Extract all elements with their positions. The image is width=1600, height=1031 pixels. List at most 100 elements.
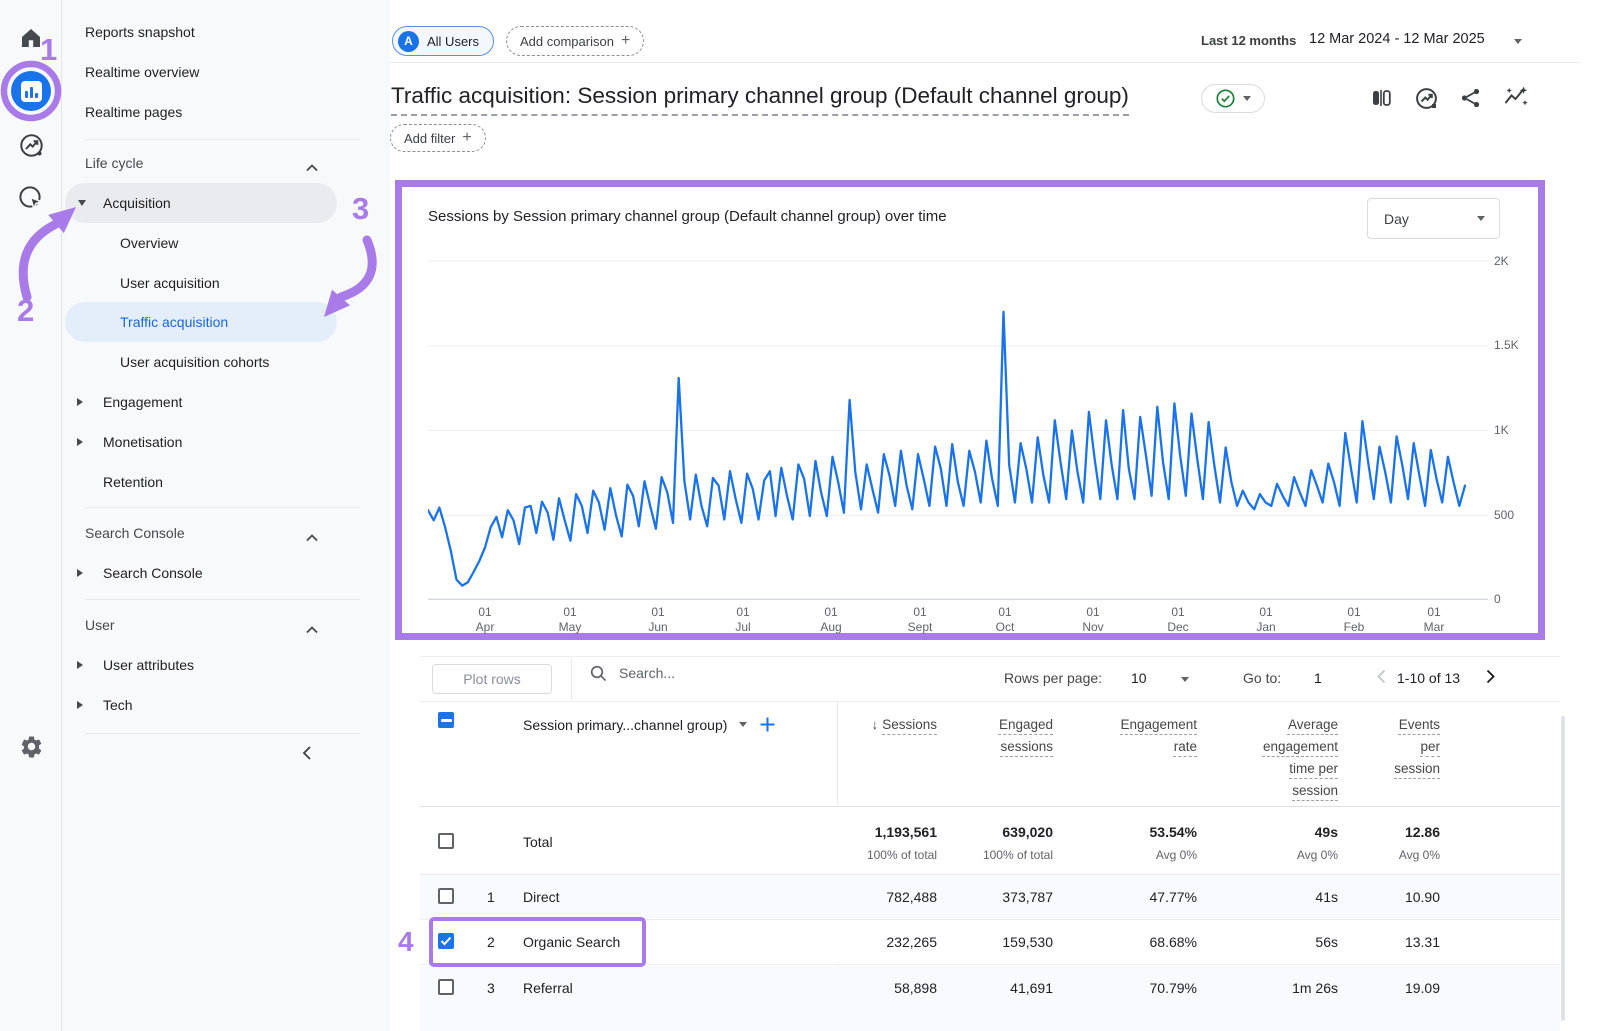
date-preset-label: Last 12 months (1201, 33, 1296, 48)
column-header-engaged-sessions[interactable]: Engaged sessions (983, 714, 1053, 758)
sidebar-item-acquisition[interactable]: Acquisition (65, 183, 337, 223)
chevron-down-icon (1243, 96, 1251, 101)
y-axis-label: 1K (1494, 423, 1509, 437)
sidebar-section-search-console[interactable]: Search Console (62, 513, 390, 553)
sessions-over-time-card: Sessions by Session primary channel grou… (395, 180, 1545, 640)
row-checkbox[interactable] (438, 979, 454, 995)
events-value: 19.09 (1300, 980, 1440, 996)
table-scrollbar[interactable] (1561, 716, 1565, 1021)
sidebar-item-retention[interactable]: Retention (62, 462, 390, 502)
add-dimension-icon[interactable] (759, 716, 776, 733)
share-icon[interactable] (1458, 85, 1484, 111)
sidebar-item-realtime-overview[interactable]: Realtime overview (62, 52, 390, 92)
goto-label: Go to: (1243, 670, 1281, 686)
next-page-icon[interactable] (1485, 669, 1496, 689)
pagination-range: 1-10 of 13 (1397, 670, 1460, 686)
sidebar-item-tech[interactable]: Tech (62, 685, 390, 725)
x-axis-tick: 01May (559, 605, 582, 635)
sidebar-item-reports-snapshot[interactable]: Reports snapshot (62, 12, 390, 52)
goto-page-input[interactable]: 1 (1314, 670, 1322, 686)
sidebar-divider (85, 139, 360, 140)
sidebar-item-overview[interactable]: Overview (62, 223, 390, 263)
total-rate-sub: Avg 0% (1057, 848, 1197, 862)
report-navigation-sidebar: Reports snapshot Realtime overview Realt… (62, 0, 390, 1031)
y-axis-label: 500 (1494, 508, 1514, 522)
triangle-down-icon (78, 200, 86, 206)
rate-value: 68.68% (1057, 934, 1197, 950)
row-checkbox[interactable] (438, 888, 454, 904)
bar-chart-icon (21, 81, 42, 102)
segment-avatar: A (398, 31, 419, 52)
select-all-checkbox[interactable] (438, 712, 454, 728)
chart-title: Sessions by Session primary channel grou… (428, 208, 947, 225)
annotation-number-4: 4 (398, 926, 414, 958)
sidebar-divider (85, 599, 360, 600)
chevron-up-icon (306, 159, 318, 175)
triangle-right-icon (77, 569, 83, 577)
row-checkbox-total[interactable] (438, 833, 454, 849)
total-events: 12.86 (1300, 824, 1440, 840)
channel-name: Referral (523, 980, 573, 996)
row-index: 2 (487, 934, 495, 950)
rate-value: 47.77% (1057, 889, 1197, 905)
data-quality-badge[interactable] (1201, 84, 1265, 113)
column-header-avg-engagement-time[interactable]: Average engagement time per session (1253, 714, 1338, 802)
home-icon[interactable] (0, 26, 62, 50)
x-axis-tick: 01Apr (476, 605, 495, 635)
sidebar-section-life-cycle[interactable]: Life cycle (62, 143, 390, 183)
all-users-segment-chip[interactable]: A All Users (392, 26, 494, 56)
analytics-intelligence-icon[interactable] (1503, 85, 1529, 111)
total-rate: 53.54% (1057, 824, 1197, 840)
explore-icon[interactable] (0, 185, 62, 213)
interval-select[interactable]: Day (1367, 198, 1500, 239)
sort-descending-icon: ↓ (871, 714, 878, 736)
reports-icon[interactable] (11, 71, 51, 111)
sidebar-item-user-acquisition[interactable]: User acquisition (62, 263, 390, 303)
sidebar-item-engagement[interactable]: Engagement (62, 382, 390, 422)
x-axis-tick: 01Feb (1344, 605, 1365, 635)
triangle-right-icon (77, 661, 83, 669)
y-axis-label: 2K (1494, 254, 1509, 268)
column-header-events-per-session[interactable]: Events per session (1385, 714, 1440, 780)
sidebar-item-traffic-acquisition[interactable]: Traffic acquisition (65, 302, 337, 342)
plot-rows-button[interactable]: Plot rows (432, 664, 552, 694)
chevron-down-icon (739, 722, 747, 727)
total-events-sub: Avg 0% (1300, 848, 1440, 862)
engaged-value: 373,787 (913, 889, 1053, 905)
events-value: 10.90 (1300, 889, 1440, 905)
sidebar-item-user-acquisition-cohorts[interactable]: User acquisition cohorts (62, 342, 390, 382)
all-users-label: All Users (427, 34, 479, 49)
previous-page-icon[interactable] (1376, 669, 1387, 689)
rows-per-page-select[interactable]: 10 (1131, 670, 1147, 686)
sidebar-section-user[interactable]: User (62, 605, 390, 645)
column-header-sessions[interactable]: ↓Sessions (807, 714, 937, 736)
collapse-sidebar-icon[interactable] (300, 745, 314, 766)
row-index: 3 (487, 980, 495, 996)
sessions-series-line (428, 312, 1465, 586)
check-circle-icon (1216, 89, 1235, 108)
sidebar-item-search-console[interactable]: Search Console (62, 553, 390, 593)
table-total-row (420, 807, 1560, 875)
report-title[interactable]: Traffic acquisition: Session primary cha… (391, 83, 1129, 116)
add-comparison-button[interactable]: Add comparison + (506, 26, 644, 56)
chevron-down-icon[interactable] (1181, 677, 1189, 682)
dimension-column-header[interactable]: Session primary...channel group) (523, 716, 776, 733)
settings-gear-icon[interactable] (0, 734, 62, 759)
row-checkbox-checked[interactable] (438, 933, 454, 949)
sidebar-item-monetisation[interactable]: Monetisation (62, 422, 390, 462)
date-range-picker[interactable]: 12 Mar 2024 - 12 Mar 2025 (1309, 31, 1485, 47)
chevron-up-icon (306, 529, 318, 545)
search-icon (590, 665, 607, 682)
x-axis-tick: 01Nov (1082, 605, 1103, 635)
edit-comparisons-icon[interactable] (1368, 85, 1394, 111)
triangle-right-icon (77, 438, 83, 446)
sidebar-item-user-attributes[interactable]: User attributes (62, 645, 390, 685)
table-search-input[interactable] (617, 664, 837, 682)
chevron-down-icon (1514, 39, 1522, 44)
advertising-icon[interactable] (0, 132, 62, 159)
insights-icon[interactable] (1413, 85, 1439, 111)
table-row-referral[interactable] (420, 966, 1560, 1031)
add-filter-button[interactable]: Add filter + (390, 124, 486, 152)
sidebar-item-realtime-pages[interactable]: Realtime pages (62, 92, 390, 132)
column-header-engagement-rate[interactable]: Engagement rate (1102, 714, 1197, 758)
